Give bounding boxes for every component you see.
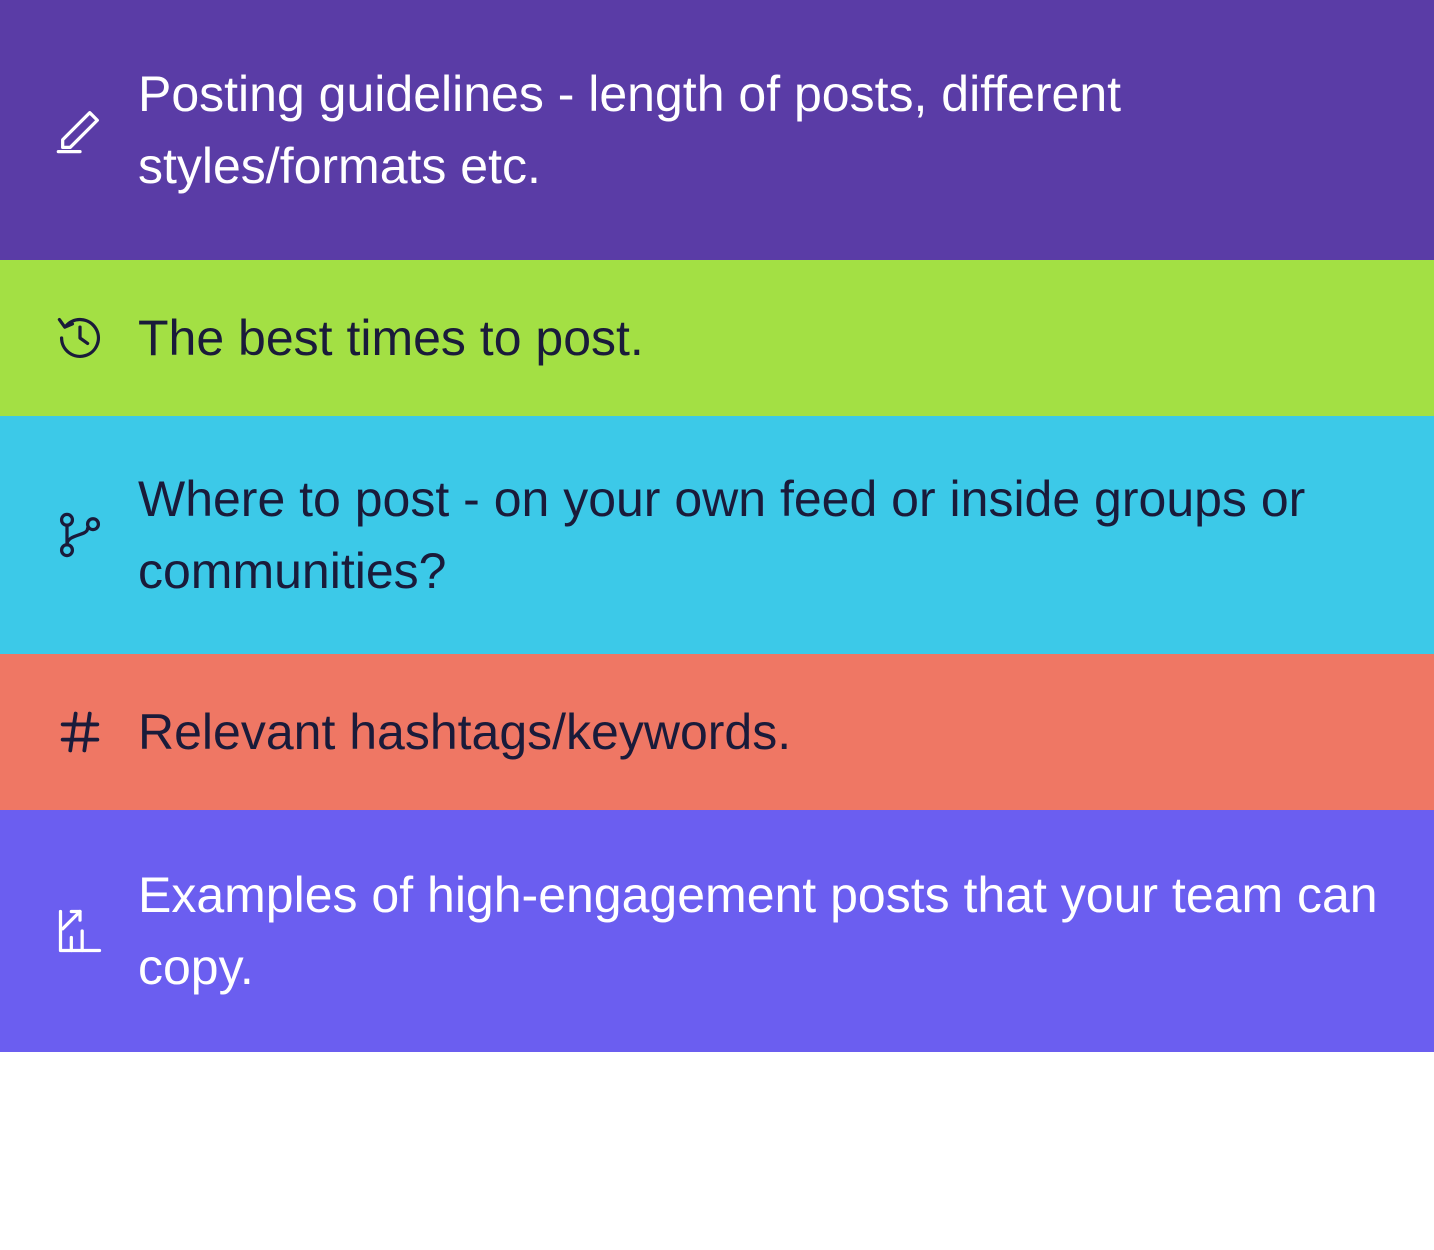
guidelines-list: Posting guidelines - length of posts, di… xyxy=(0,0,1434,1250)
list-item: The best times to post. xyxy=(0,260,1434,416)
growth-chart-icon xyxy=(40,905,120,957)
list-item-text: Posting guidelines - length of posts, di… xyxy=(120,58,1394,203)
list-item-text: Where to post - on your own feed or insi… xyxy=(120,463,1394,608)
list-item: Relevant hashtags/keywords. xyxy=(0,654,1434,810)
list-item-text: Relevant hashtags/keywords. xyxy=(120,696,1394,769)
branch-nodes-icon xyxy=(40,509,120,561)
list-item: Where to post - on your own feed or insi… xyxy=(0,416,1434,654)
hashtag-icon xyxy=(40,706,120,758)
edit-pencil-icon xyxy=(40,104,120,156)
list-item-text: The best times to post. xyxy=(120,302,1394,375)
list-item: Posting guidelines - length of posts, di… xyxy=(0,0,1434,260)
list-item-text: Examples of high-engagement posts that y… xyxy=(120,859,1394,1004)
bottom-spacer xyxy=(0,1052,1434,1250)
list-item: Examples of high-engagement posts that y… xyxy=(0,810,1434,1052)
history-clock-icon xyxy=(40,312,120,364)
